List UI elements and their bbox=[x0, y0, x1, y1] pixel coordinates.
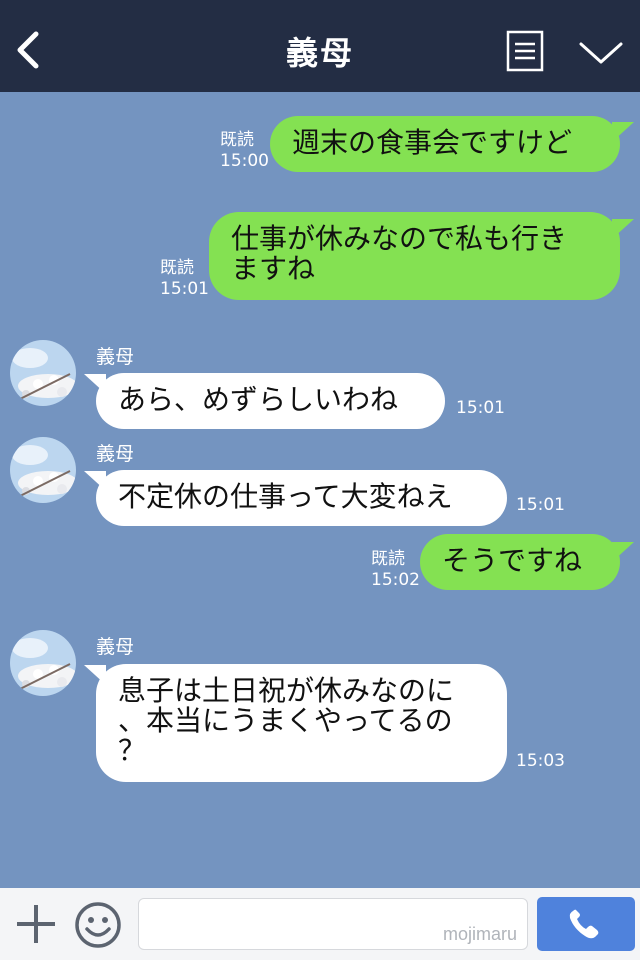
sender-name: 義母 bbox=[96, 636, 135, 658]
avatar-photo-icon bbox=[10, 340, 76, 406]
sender-name: 義母 bbox=[96, 346, 135, 368]
message-meta: 既読 15:02 bbox=[371, 549, 420, 591]
bubble-tail bbox=[612, 542, 634, 562]
chat-title: 義母 bbox=[285, 34, 354, 72]
smile-icon[interactable] bbox=[74, 901, 122, 949]
menu-document-icon[interactable] bbox=[506, 30, 544, 72]
avatar[interactable] bbox=[10, 630, 76, 696]
message-time: 15:03 bbox=[516, 751, 565, 771]
sender-name: 義母 bbox=[96, 443, 135, 465]
outgoing-message-bubble[interactable]: そうですね bbox=[420, 534, 620, 590]
chat-header: 義母 bbox=[0, 0, 640, 92]
incoming-message-bubble[interactable]: 息子は土日祝が休みなのに 、本当にうまくやってるの ？ bbox=[96, 664, 507, 782]
message-time: 15:00 bbox=[220, 151, 269, 171]
watermark: mojimaru bbox=[442, 924, 517, 944]
bubble-tail bbox=[612, 219, 634, 239]
read-receipt: 既読 bbox=[371, 549, 405, 569]
outgoing-message-bubble[interactable]: 仕事が休みなので私も行き ますね bbox=[209, 212, 620, 300]
avatar-photo-icon bbox=[10, 630, 76, 696]
message-time: 15:01 bbox=[160, 279, 209, 299]
chevron-down-icon[interactable] bbox=[578, 38, 624, 68]
message-meta: 既読 15:00 bbox=[220, 130, 269, 172]
message-list[interactable]: 既読 15:00 週末の食事会ですけど 既読 15:01 仕事が休みなので私も行… bbox=[0, 92, 640, 888]
message-meta: 既読 15:01 bbox=[160, 258, 209, 300]
read-receipt: 既読 bbox=[220, 130, 254, 150]
message-time: 15:02 bbox=[371, 570, 420, 590]
read-receipt: 既読 bbox=[160, 258, 194, 278]
outgoing-message-bubble[interactable]: 週末の食事会ですけど bbox=[270, 116, 620, 172]
incoming-message-bubble[interactable]: あら、めずらしいわね bbox=[96, 373, 445, 429]
avatar[interactable] bbox=[10, 437, 76, 503]
message-input[interactable]: mojimaru bbox=[138, 898, 528, 950]
avatar-photo-icon bbox=[10, 437, 76, 503]
avatar[interactable] bbox=[10, 340, 76, 406]
bubble-tail bbox=[612, 122, 634, 142]
call-button[interactable] bbox=[537, 897, 635, 951]
phone-icon bbox=[569, 909, 599, 939]
plus-icon[interactable] bbox=[14, 902, 58, 946]
message-time: 15:01 bbox=[516, 495, 565, 515]
incoming-message-bubble[interactable]: 不定休の仕事って大変ねえ bbox=[96, 470, 507, 526]
message-time: 15:01 bbox=[456, 398, 505, 418]
